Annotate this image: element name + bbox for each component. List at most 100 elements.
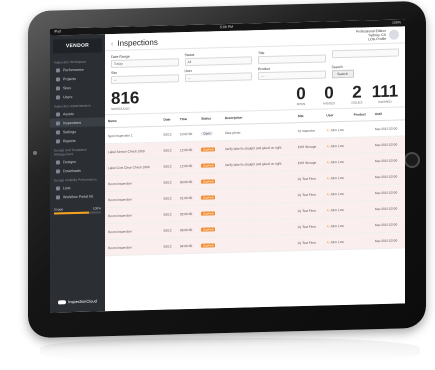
usage-value: 100% bbox=[92, 206, 101, 211]
column-header[interactable]: Site bbox=[294, 109, 324, 123]
cell-description bbox=[221, 202, 295, 221]
cell-product bbox=[350, 200, 372, 218]
user-name: John Low bbox=[330, 159, 344, 164]
filter-input[interactable]: --- bbox=[184, 72, 252, 83]
cell-user: ★ John Low bbox=[323, 201, 351, 218]
cell-until: Sep 2015 02:00 bbox=[371, 199, 405, 217]
stat-value: 0 bbox=[296, 83, 306, 104]
column-header[interactable]: Date bbox=[160, 113, 177, 127]
cell-site: 01 Inspector bbox=[294, 121, 324, 139]
user-name: John Low bbox=[330, 191, 344, 196]
cell-time: 03:00:00 bbox=[176, 221, 199, 238]
nav-icon bbox=[56, 185, 60, 190]
stat-scheduled[interactable]: 816 SCHEDULED bbox=[111, 85, 287, 111]
search-button[interactable]: Search bbox=[331, 69, 354, 79]
user-name: John Low bbox=[330, 207, 344, 212]
cell-status: Expired bbox=[198, 140, 222, 158]
nav-icon bbox=[56, 111, 60, 116]
nav-icon bbox=[56, 120, 60, 125]
sidebar-nav: Inspection Workspace Performance Projects S… bbox=[50, 56, 105, 201]
cell-description: Verify label is straight and glued on ri… bbox=[221, 138, 295, 157]
cell-until: Sep 2015 02:00 bbox=[371, 231, 405, 249]
cell-product bbox=[350, 136, 372, 154]
cell-description bbox=[221, 234, 295, 253]
status-badge: Expired bbox=[201, 146, 216, 152]
user-profile-link[interactable]: LOG Profile bbox=[356, 37, 386, 42]
column-header[interactable]: Until bbox=[371, 107, 405, 121]
cell-status: Expired bbox=[198, 236, 222, 254]
sidebar-item-workflow-portal-kit[interactable]: Workflow Portal Kit bbox=[50, 191, 105, 201]
cell-name: Room Inspection bbox=[105, 190, 161, 208]
filter-input[interactable]: All bbox=[184, 56, 252, 67]
camera-icon bbox=[33, 151, 37, 155]
cell-status: Open bbox=[198, 124, 222, 142]
cell-time: 00:00:00 bbox=[176, 173, 199, 190]
cell-site: EHS Storage bbox=[294, 153, 324, 171]
sidebar-item-label: Downloads bbox=[63, 168, 81, 173]
filter-input[interactable] bbox=[331, 48, 399, 59]
filter-field: Search Search bbox=[331, 64, 400, 79]
cell-name: Label Sensor Check 1000 bbox=[105, 142, 161, 160]
sidebar-item-label: Designs bbox=[63, 159, 76, 164]
cell-product bbox=[350, 120, 372, 138]
cell-user: ★ John Low bbox=[323, 169, 351, 186]
sidebar-item-label: Performance bbox=[63, 67, 84, 72]
cell-until: Sep 2015 02:00 bbox=[371, 119, 405, 137]
filter-input[interactable]: --- bbox=[258, 70, 326, 81]
nav-icon bbox=[56, 67, 60, 72]
back-icon[interactable]: ‹ bbox=[111, 41, 113, 48]
cell-product bbox=[350, 168, 372, 186]
cell-site: EHS Storage bbox=[294, 137, 324, 155]
stat-expired[interactable]: 111 EXPIRED bbox=[371, 82, 399, 105]
brand-footer: InspectionCloud bbox=[50, 298, 105, 305]
app-logo[interactable]: VENDOR bbox=[53, 38, 102, 54]
cell-site: 01 Test Floor bbox=[294, 201, 324, 219]
sidebar-item-label: Projects bbox=[63, 76, 76, 81]
status-badge: Open bbox=[201, 130, 214, 136]
tablet-screen: iPad 5:08 PM 100% VENDOR Inspection Work… bbox=[50, 19, 405, 313]
cell-until: Sep 2015 02:00 bbox=[371, 151, 405, 169]
cell-time: 02:00:00 bbox=[176, 205, 199, 222]
user-profile[interactable]: Professional Edition Sydney, CA LOG Profil… bbox=[356, 29, 399, 42]
stat-missed[interactable]: 0 MISSED bbox=[315, 83, 343, 106]
cell-time: 12:00:00 bbox=[176, 141, 199, 158]
filter-input[interactable]: Today bbox=[111, 58, 179, 69]
cell-until: Sep 2015 02:00 bbox=[371, 135, 405, 153]
cell-name: Room Inspection bbox=[105, 174, 161, 192]
filter-input[interactable]: --- bbox=[111, 74, 179, 85]
column-header[interactable]: User bbox=[323, 108, 351, 122]
cell-status: Expired bbox=[198, 204, 222, 222]
column-header[interactable]: Time bbox=[176, 112, 199, 126]
cell-product bbox=[350, 152, 372, 170]
user-name: John Low bbox=[330, 239, 344, 244]
column-header[interactable]: Status bbox=[198, 112, 222, 126]
sidebar-item-label: Lists bbox=[63, 185, 71, 190]
filter-input[interactable] bbox=[258, 54, 326, 65]
cell-name: Room Inspection bbox=[105, 238, 161, 256]
nav-icon bbox=[56, 138, 60, 143]
user-name: John Low bbox=[330, 143, 344, 148]
filter-field: Date Range Today bbox=[111, 53, 179, 69]
inspections-table: Name Date Time Status Description Site User Pro… bbox=[105, 107, 405, 256]
sidebar: VENDOR Inspection Workspace Performance Pr… bbox=[50, 34, 105, 313]
stat-issues[interactable]: 2 ISSUES bbox=[343, 82, 371, 105]
stat-open[interactable]: 0 OPEN bbox=[287, 83, 315, 107]
sidebar-item-label: Assets bbox=[63, 111, 74, 116]
sidebar-item-label: Reports bbox=[63, 138, 76, 143]
avatar[interactable] bbox=[389, 29, 399, 40]
page-title: Inspections bbox=[117, 37, 158, 48]
cell-description bbox=[221, 186, 295, 205]
cell-site: 01 Test Floor bbox=[294, 169, 324, 187]
filter-field: Status All bbox=[184, 51, 252, 67]
column-header[interactable]: Product bbox=[350, 108, 372, 122]
home-button[interactable] bbox=[404, 152, 420, 168]
cell-description bbox=[221, 170, 295, 189]
filter-field: User --- bbox=[184, 67, 252, 83]
nav-icon bbox=[56, 168, 60, 173]
stat-value: 0 bbox=[324, 83, 334, 103]
cell-date: 03/12 bbox=[160, 205, 177, 223]
cell-name: Room Inspection bbox=[105, 206, 161, 224]
main-panel: ‹ Inspections Professional Edition Sydney,… bbox=[105, 26, 405, 312]
cell-date: 03/12 bbox=[160, 125, 177, 143]
cell-site: 01 Test Floor bbox=[294, 233, 324, 251]
